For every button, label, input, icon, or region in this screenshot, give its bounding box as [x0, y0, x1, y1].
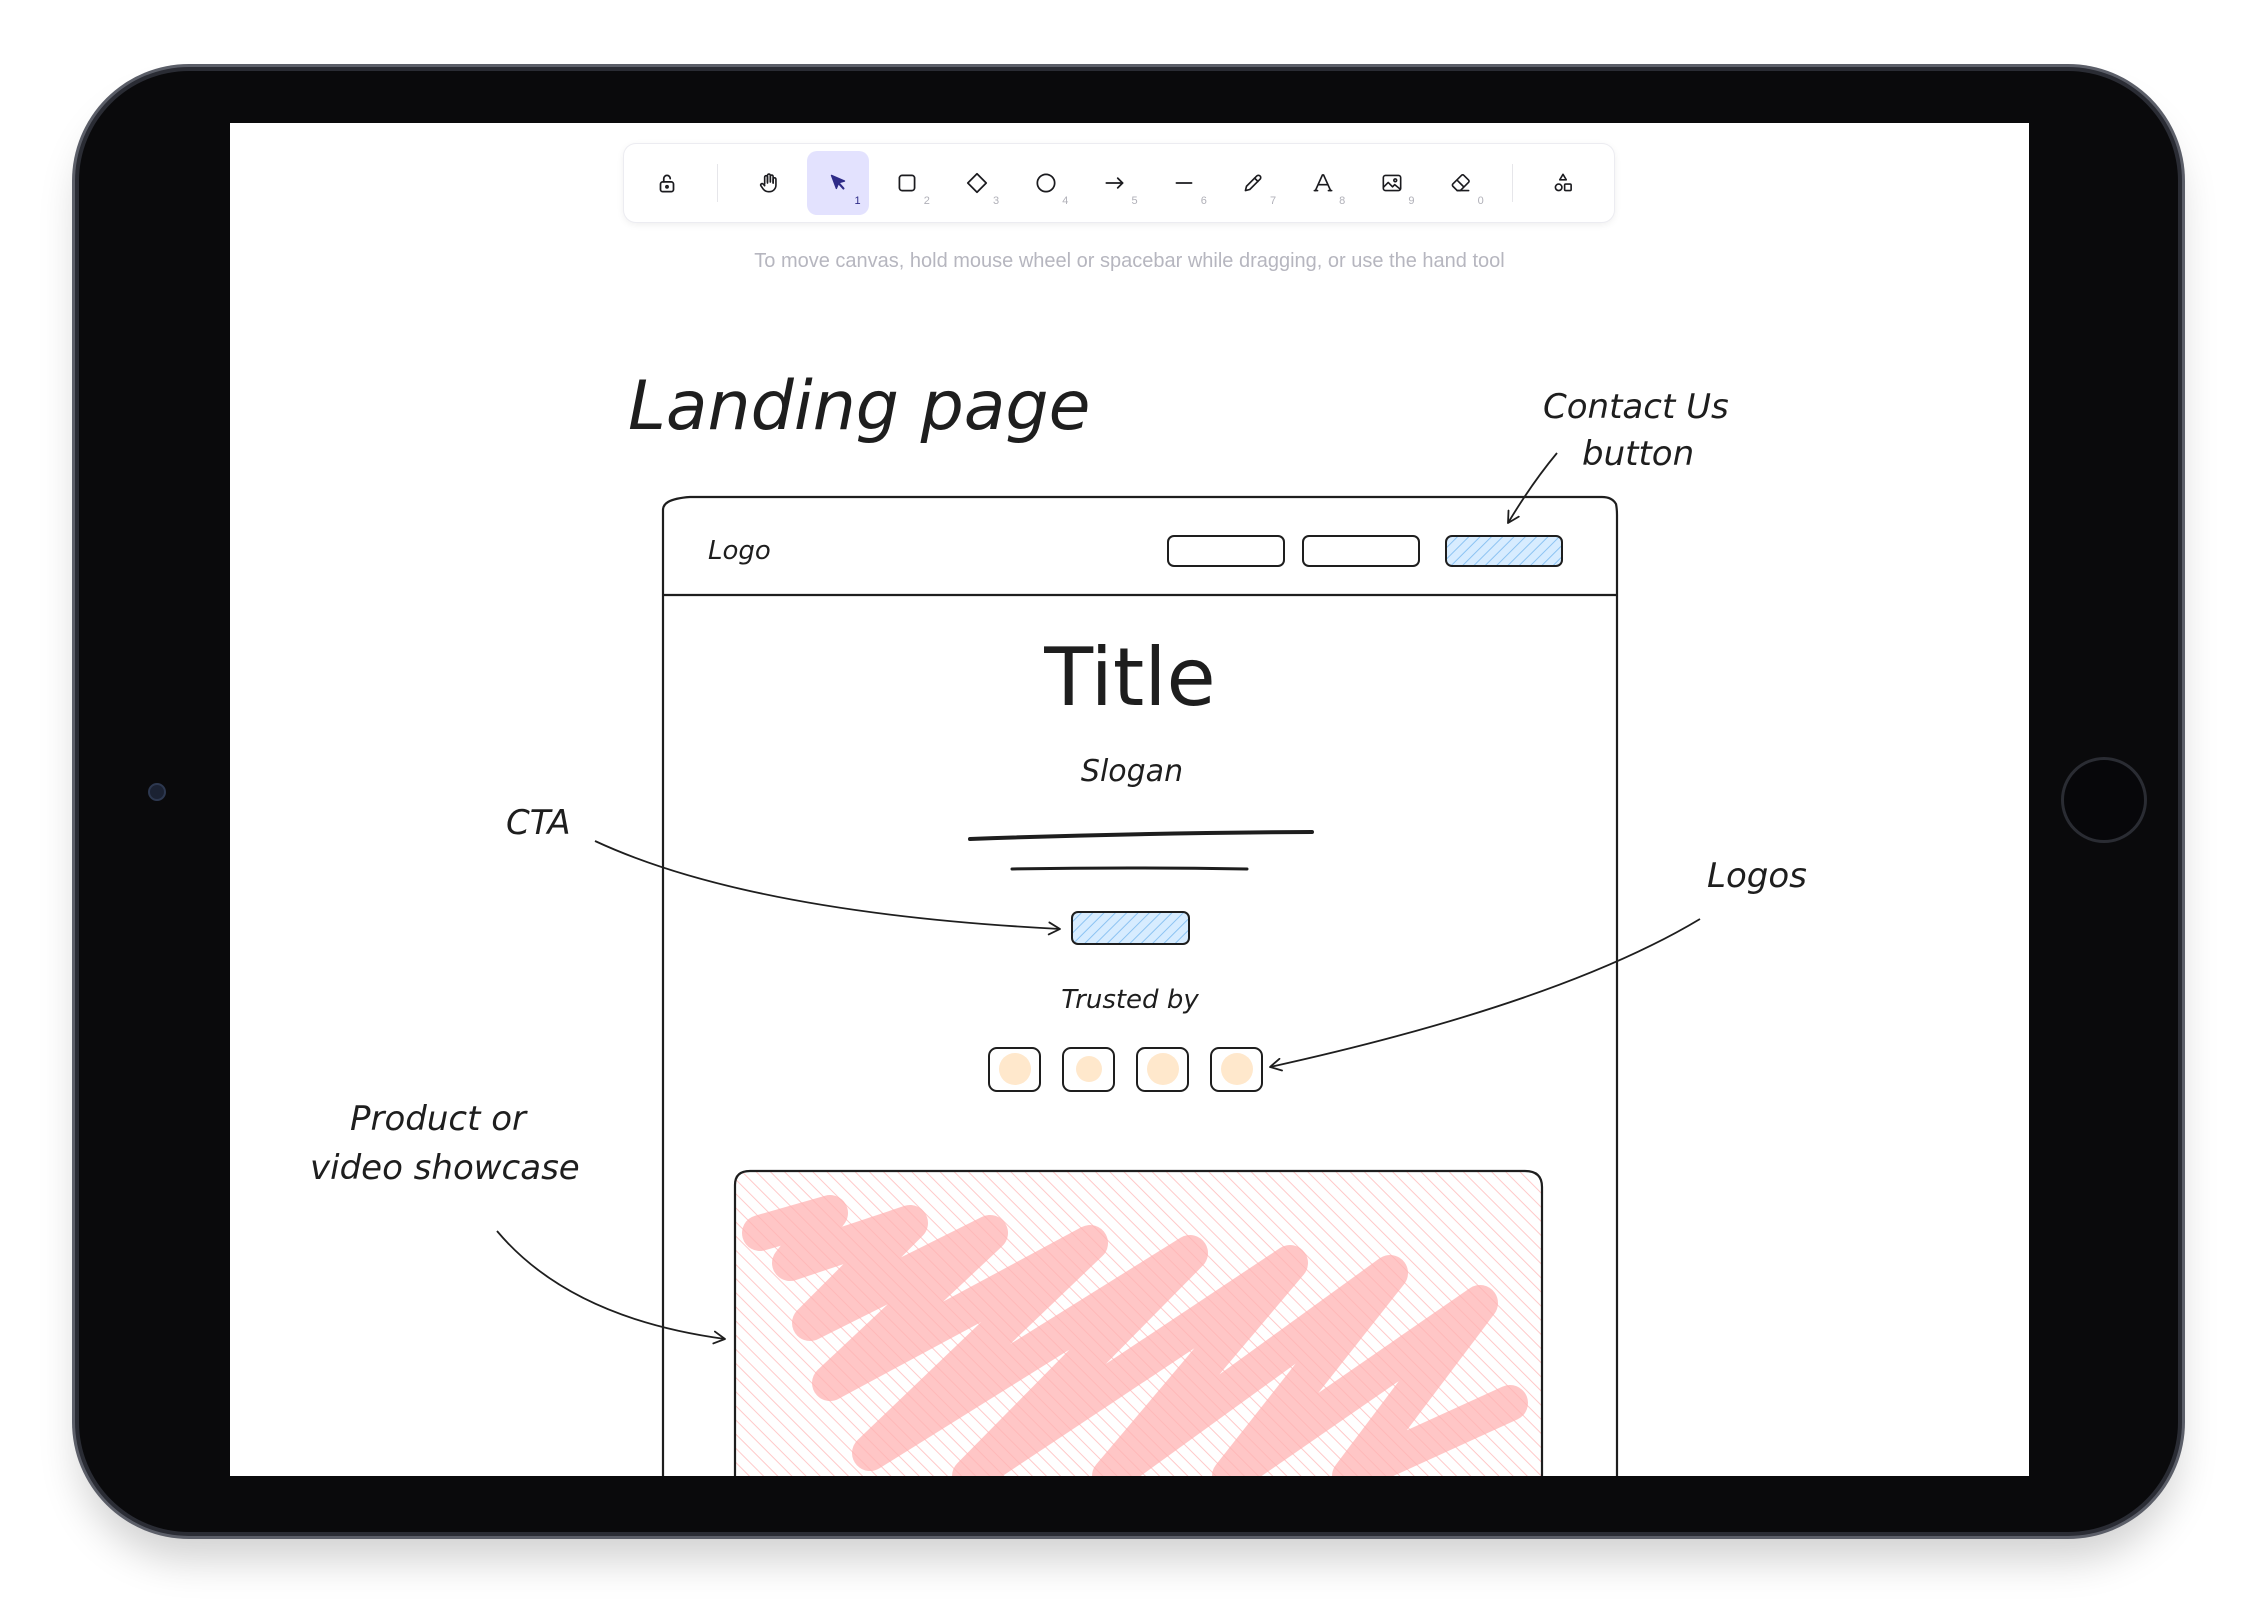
product-annotation-line1[interactable]: Product or [350, 1099, 528, 1139]
heading-text[interactable]: Landing page [628, 367, 1090, 446]
whiteboard-screen[interactable]: 1 2 3 4 5 6 7 8 9 0 To move canvas, hold… [230, 123, 2029, 1476]
nav-button-2[interactable] [1302, 535, 1420, 567]
nav-button-1[interactable] [1167, 535, 1285, 567]
cta-annotation[interactable]: CTA [506, 803, 571, 843]
contact-annotation-line1[interactable]: Contact Us [1543, 387, 1729, 427]
logos-annotation-arrow[interactable] [1269, 918, 1701, 1072]
logo-text[interactable]: Logo [708, 536, 771, 566]
contact-us-button[interactable] [1445, 535, 1563, 567]
trusted-by-text[interactable]: Trusted by [1061, 985, 1199, 1015]
logo-placeholder-fill [1076, 1056, 1102, 1082]
contact-annotation-line2[interactable]: button [1582, 434, 1694, 474]
logo-placeholder-fill [999, 1053, 1031, 1085]
camera-icon [148, 783, 166, 801]
cta-button[interactable] [1071, 911, 1190, 945]
cta-annotation-arrow[interactable] [594, 840, 1061, 936]
home-button[interactable] [2061, 757, 2147, 843]
logo-placeholder-fill [1221, 1053, 1253, 1085]
title-text[interactable]: Title [1043, 631, 1215, 724]
logos-annotation[interactable]: Logos [1707, 856, 1807, 896]
description-line-1[interactable] [968, 830, 1314, 841]
product-annotation-line2[interactable]: video showcase [310, 1148, 580, 1188]
slogan-text[interactable]: Slogan [1081, 754, 1183, 789]
logo-row [988, 1047, 1263, 1092]
description-line-2[interactable] [1010, 866, 1249, 871]
logo-placeholder-fill [1147, 1053, 1179, 1085]
drawing-canvas[interactable]: Landing page Logo Title Slogan Trusted b… [230, 123, 2029, 1476]
contact-annotation-arrow[interactable] [1507, 452, 1558, 524]
product-annotation-arrow[interactable] [496, 1230, 726, 1345]
showcase-box[interactable] [733, 1169, 1544, 1476]
